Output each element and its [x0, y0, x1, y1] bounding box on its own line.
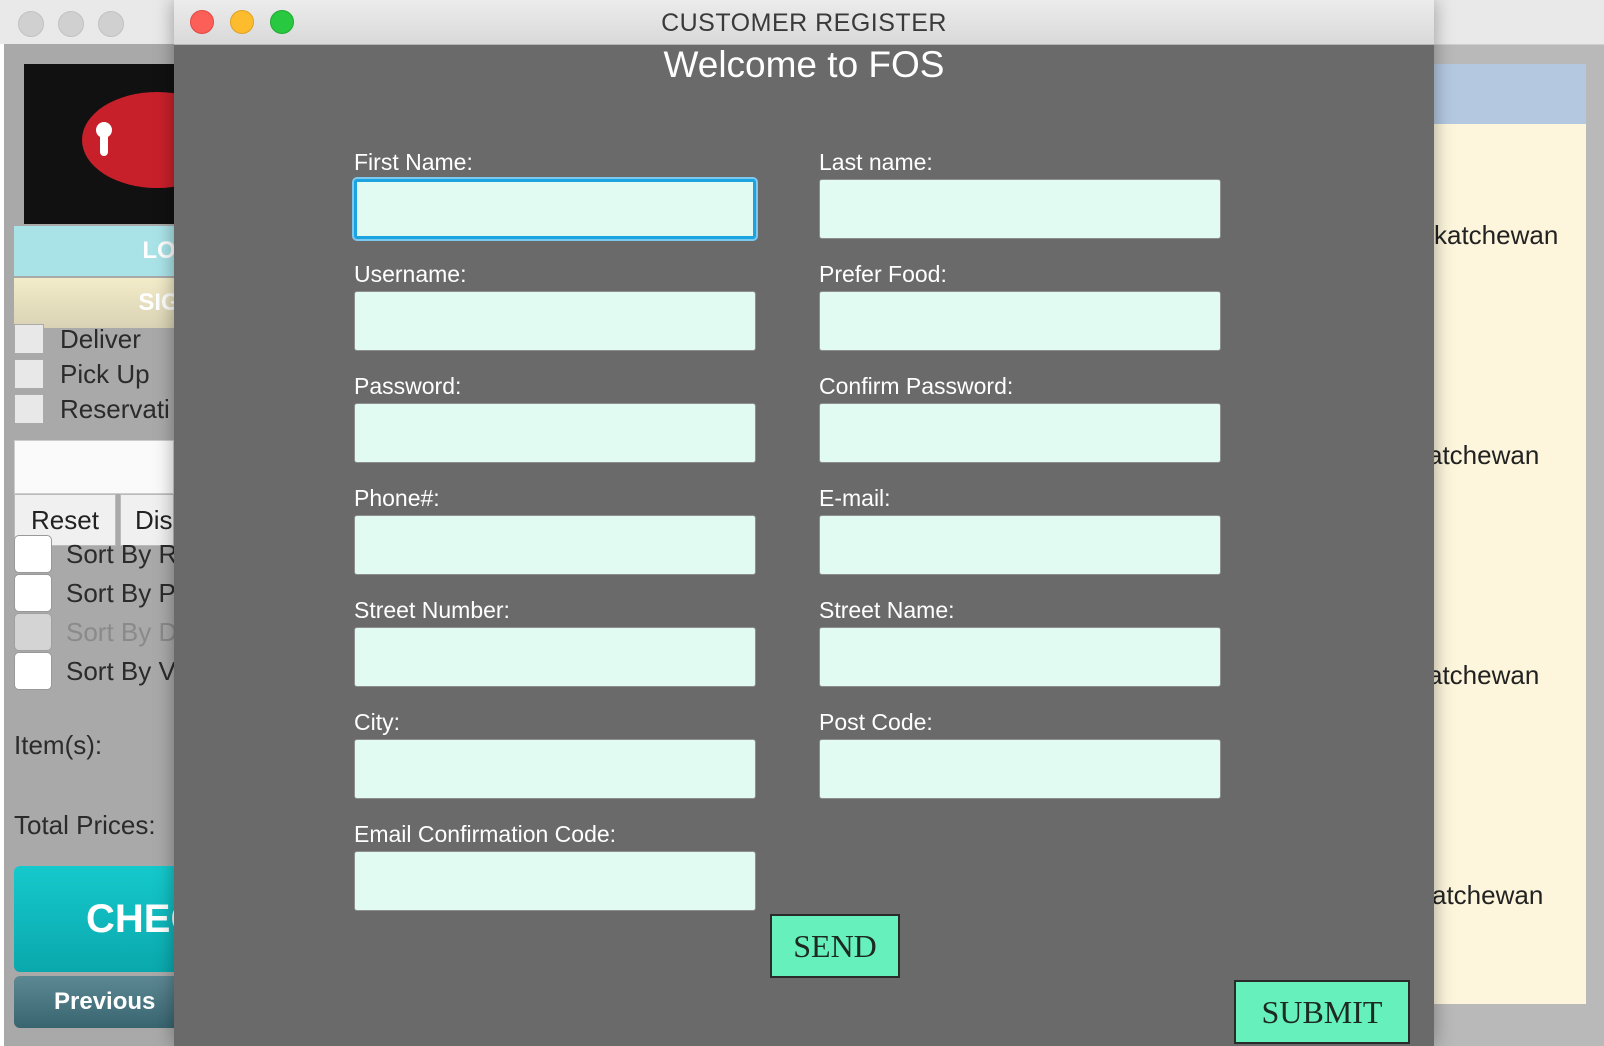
checkbox-label: Sort By P [66, 577, 174, 608]
city-label: City: [354, 709, 400, 735]
street-number-label: Street Number: [354, 597, 510, 623]
dialog-title: CUSTOMER REGISTER [661, 9, 947, 37]
prefer-food-label: Prefer Food: [819, 261, 947, 287]
email-code-input[interactable] [354, 851, 756, 911]
checkout-button[interactable]: CHEC [14, 866, 174, 972]
email-label: E-mail: [819, 485, 891, 511]
password-label: Password: [354, 373, 462, 399]
prefer-food-input[interactable] [819, 291, 1221, 351]
sort-checkbox-4[interactable]: Sort By V [14, 651, 174, 691]
welcome-heading: Welcome to FOS [663, 44, 945, 85]
last-name-label: Last name: [819, 149, 933, 175]
items-label: Item(s): [14, 730, 103, 760]
send-button[interactable]: SEND [770, 914, 900, 978]
checkbox-label: Pick Up [60, 358, 150, 389]
checkbox-label: Sort By R [66, 538, 174, 569]
username-input[interactable] [354, 291, 756, 351]
minimize-icon[interactable] [58, 11, 84, 37]
logo-plate-icon [82, 92, 174, 188]
sort-checkbox-2[interactable]: Sort By P [14, 573, 174, 613]
password-input[interactable] [354, 403, 756, 463]
checkbox-box[interactable] [14, 652, 52, 690]
right-panel [1434, 64, 1586, 1004]
checkbox-label: Reservati [60, 393, 170, 424]
background-input[interactable] [14, 440, 174, 494]
email-code-label: Email Confirmation Code: [354, 821, 617, 847]
right-panel-row: atchewan [1432, 880, 1544, 910]
checkbox-box[interactable] [14, 535, 52, 573]
signup-button[interactable]: SIG [14, 278, 174, 328]
sort-checkbox-3: Sort By D [14, 612, 174, 652]
checkbox-label: Sort By D [66, 616, 174, 647]
last-name-input[interactable] [819, 179, 1221, 239]
sort-checkbox-1[interactable]: Sort By R [14, 534, 174, 574]
checkbox-label: Deliver [60, 323, 141, 354]
checkbox-box[interactable] [14, 359, 44, 389]
previous-button[interactable]: Previous [14, 976, 174, 1028]
right-panel-header [1434, 64, 1586, 124]
login-button[interactable]: LO [14, 226, 174, 276]
post-code-label: Post Code: [819, 709, 933, 735]
phone-label: Phone#: [354, 485, 440, 511]
deliver-checkbox[interactable]: Deliver [14, 322, 174, 356]
total-prices-label: Total Prices: [14, 810, 156, 840]
submit-button[interactable]: SUBMIT [1234, 980, 1410, 1044]
customer-register-dialog: CUSTOMER REGISTER Welcome to FOS First N… [174, 0, 1434, 1046]
street-name-label: Street Name: [819, 597, 955, 623]
street-number-input[interactable] [354, 627, 756, 687]
email-input[interactable] [819, 515, 1221, 575]
close-icon[interactable] [18, 11, 44, 37]
checkbox-label: Sort By V [66, 655, 174, 686]
reservation-checkbox[interactable]: Reservati [14, 392, 174, 426]
checkbox-box [14, 613, 52, 651]
confirm-password-input[interactable] [819, 403, 1221, 463]
street-name-input[interactable] [819, 627, 1221, 687]
pickup-checkbox[interactable]: Pick Up [14, 357, 174, 391]
right-panel-row: atchewan [1428, 440, 1540, 470]
logo-spoon-handle [100, 126, 108, 156]
city-input[interactable] [354, 739, 756, 799]
post-code-input[interactable] [819, 739, 1221, 799]
first-name-input[interactable] [354, 179, 756, 239]
username-label: Username: [354, 261, 467, 287]
right-panel-row: atchewan [1428, 660, 1540, 690]
zoom-icon[interactable] [98, 11, 124, 37]
first-name-label: First Name: [354, 149, 473, 175]
right-panel-row: katchewan [1434, 220, 1559, 250]
dialog-titlebar: CUSTOMER REGISTER [174, 0, 1434, 45]
confirm-password-label: Confirm Password: [819, 373, 1014, 399]
checkbox-box[interactable] [14, 324, 44, 354]
checkbox-box[interactable] [14, 394, 44, 424]
phone-input[interactable] [354, 515, 756, 575]
fos-logo [24, 64, 174, 224]
checkbox-box[interactable] [14, 574, 52, 612]
